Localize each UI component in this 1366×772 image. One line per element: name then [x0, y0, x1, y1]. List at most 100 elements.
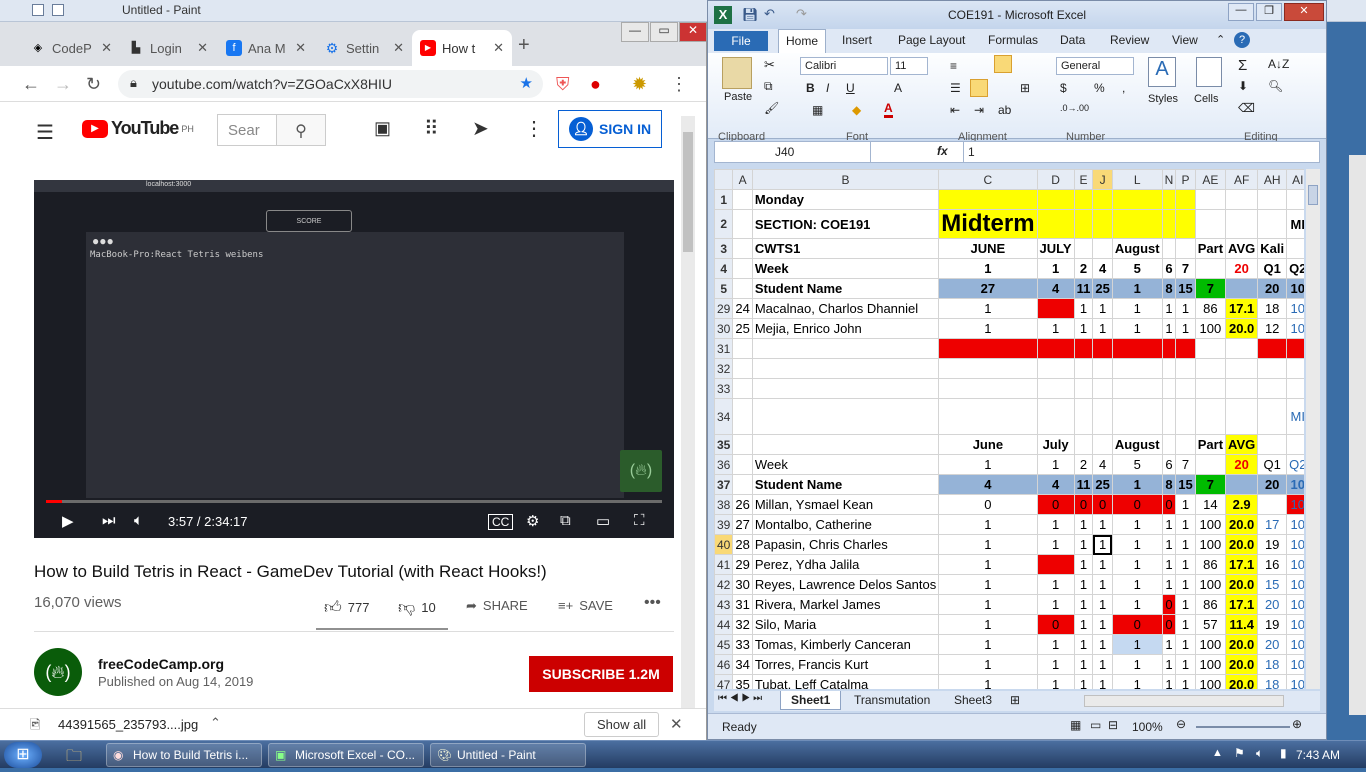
sheet-cell[interactable]: 1	[1092, 614, 1113, 635]
row-header[interactable]: 4	[714, 258, 734, 279]
sheet-cell[interactable]: 1	[1175, 318, 1196, 339]
bold-icon[interactable]: B	[806, 81, 815, 95]
normal-view-icon[interactable]: ▦	[1070, 718, 1081, 732]
sheet-cell[interactable]: 20.0	[1225, 534, 1259, 555]
sheet-cell[interactable]	[1286, 338, 1304, 359]
maximize-icon[interactable]: ▭	[650, 22, 678, 42]
align-top-icon[interactable]: ≡	[950, 59, 957, 73]
sheet-cell[interactable]: 32	[732, 614, 753, 635]
student-name-cell[interactable]: Papasin, Chris Charles	[751, 534, 940, 555]
sheet-cell[interactable]: 1	[1073, 554, 1094, 575]
sheet-cell[interactable]	[1073, 378, 1094, 399]
column-header[interactable]: J	[1092, 169, 1113, 190]
sheet-cell[interactable]: 0	[1092, 494, 1113, 515]
network-icon[interactable]: ▮	[1280, 746, 1287, 760]
insert-sheet-icon[interactable]: ⊞	[1010, 693, 1020, 707]
student-name-cell[interactable]: Macalnao, Charlos Dhanniel	[751, 298, 940, 319]
sheet-cell[interactable]: AVG	[1225, 238, 1259, 259]
sheet-cell[interactable]: 1	[1092, 514, 1113, 535]
align-bottom-icon[interactable]	[994, 55, 1012, 73]
sheet-cell[interactable]: 1	[1175, 594, 1196, 615]
sheet-cell[interactable]: 10	[1286, 574, 1304, 595]
zoom-slider[interactable]	[1196, 726, 1290, 728]
quick-save-icon[interactable]: 💾︎	[742, 7, 759, 23]
sheet-cell[interactable]: 1	[1073, 594, 1094, 615]
sheet-cell[interactable]	[1161, 398, 1177, 435]
sheet-cell[interactable]: 34	[732, 654, 753, 675]
sheet-cell[interactable]	[1111, 209, 1163, 239]
sheet-cell[interactable]: 15	[1175, 474, 1196, 495]
sheet-cell[interactable]: 7	[1175, 258, 1196, 279]
sheet-cell[interactable]: 1	[938, 318, 1038, 339]
student-name-cell[interactable]: Mejia, Enrico John	[751, 318, 940, 339]
sheet-cell[interactable]: 1	[1111, 318, 1163, 339]
sheet-cell[interactable]	[1194, 338, 1227, 359]
messages-icon[interactable]: ➤	[472, 116, 489, 141]
sheet-cell[interactable]: 1	[1111, 298, 1163, 319]
sheet-cell[interactable]	[1175, 434, 1196, 455]
column-header[interactable]: E	[1073, 169, 1094, 190]
sheet-cell[interactable]: 1	[1092, 318, 1113, 339]
extension-shield-icon[interactable]: ⛨	[556, 74, 570, 95]
sheet-cell[interactable]: 1	[1073, 514, 1094, 535]
sheet-cell[interactable]	[1257, 378, 1288, 399]
student-name-cell[interactable]: Silo, Maria	[751, 614, 940, 635]
create-video-icon[interactable]: ▣	[374, 118, 391, 139]
sheet-cell[interactable]	[1257, 494, 1288, 515]
column-header[interactable]: A	[732, 169, 753, 190]
sheet-cell[interactable]: 10	[1286, 514, 1304, 535]
sheet-cell[interactable]	[1175, 189, 1196, 210]
volume-tray-icon[interactable]: 🔈︎	[1256, 746, 1263, 761]
sheet-cell[interactable]: Kali	[1257, 238, 1288, 259]
sheet-cell[interactable]: 18	[1257, 654, 1288, 675]
sheet-cell[interactable]: 19	[1257, 614, 1288, 635]
sheet-cell[interactable]: 11	[1073, 278, 1094, 299]
sheet-cell[interactable]	[1225, 358, 1259, 379]
sheet-cell[interactable]: AVG	[1225, 434, 1259, 455]
sheet-cell[interactable]: 6	[1161, 258, 1177, 279]
sheet-cell[interactable]: 25	[732, 318, 753, 339]
sheet-cell[interactable]: 20	[1257, 594, 1288, 615]
sheet-cell[interactable]: 1	[1175, 654, 1196, 675]
sheet-cell[interactable]	[1073, 398, 1094, 435]
styles-icon[interactable]: A	[1148, 57, 1176, 87]
sheet-cell[interactable]	[1073, 338, 1094, 359]
sheet-cell[interactable]: 1	[1161, 674, 1177, 689]
sheet-cell[interactable]: 8	[1161, 278, 1177, 299]
row-header[interactable]: 35	[714, 434, 734, 455]
sheet-cell[interactable]	[1036, 398, 1075, 435]
close-window-icon[interactable]: ✕	[1284, 3, 1324, 21]
sheet-cell[interactable]: 0	[1036, 494, 1075, 515]
sheet-cell[interactable]	[938, 338, 1038, 359]
sheet-cell[interactable]	[1194, 258, 1227, 279]
sheet-cell[interactable]	[1161, 189, 1177, 210]
sheet-cell[interactable]	[1036, 378, 1075, 399]
sheet-cell[interactable]: 1	[1111, 474, 1163, 495]
sheet-cell[interactable]: 1	[1036, 654, 1075, 675]
sheet-cell[interactable]	[1194, 189, 1227, 210]
italic-icon[interactable]: I	[826, 81, 829, 95]
sheet-cell[interactable]: 19	[1257, 534, 1288, 555]
sheet-cell[interactable]: 1	[1111, 574, 1163, 595]
insert-function-icon[interactable]: fx	[937, 144, 948, 158]
sheet-cell[interactable]	[1036, 298, 1075, 319]
sheet-cell[interactable]	[1073, 209, 1094, 239]
sheet-cell[interactable]: 15	[1257, 574, 1288, 595]
sheet-cell[interactable]: 14	[1194, 494, 1227, 515]
sheet-cell[interactable]	[732, 378, 753, 399]
sheet-cell[interactable]	[1111, 398, 1163, 435]
align-left-icon[interactable]: ☰	[950, 81, 961, 95]
sheet-cell[interactable]: 1	[1092, 634, 1113, 655]
sheet-cell[interactable]: JUNE	[938, 238, 1038, 259]
sheet-cell[interactable]	[732, 258, 753, 279]
sheet-cell[interactable]: 57	[1194, 614, 1227, 635]
sheet-cell[interactable]: 100	[1194, 674, 1227, 689]
column-header[interactable]: B	[751, 169, 940, 190]
student-name-cell[interactable]: Student Name	[751, 278, 940, 299]
help-icon[interactable]: ?	[1234, 32, 1250, 48]
sheet-cell[interactable]: 100	[1194, 574, 1227, 595]
share-button[interactable]: ➦ SHARE	[466, 598, 528, 614]
volume-icon[interactable]: 🔈︎	[134, 512, 143, 529]
close-download-bar-icon[interactable]: ✕	[670, 715, 683, 733]
copy-icon[interactable]: ⧉	[764, 79, 773, 94]
